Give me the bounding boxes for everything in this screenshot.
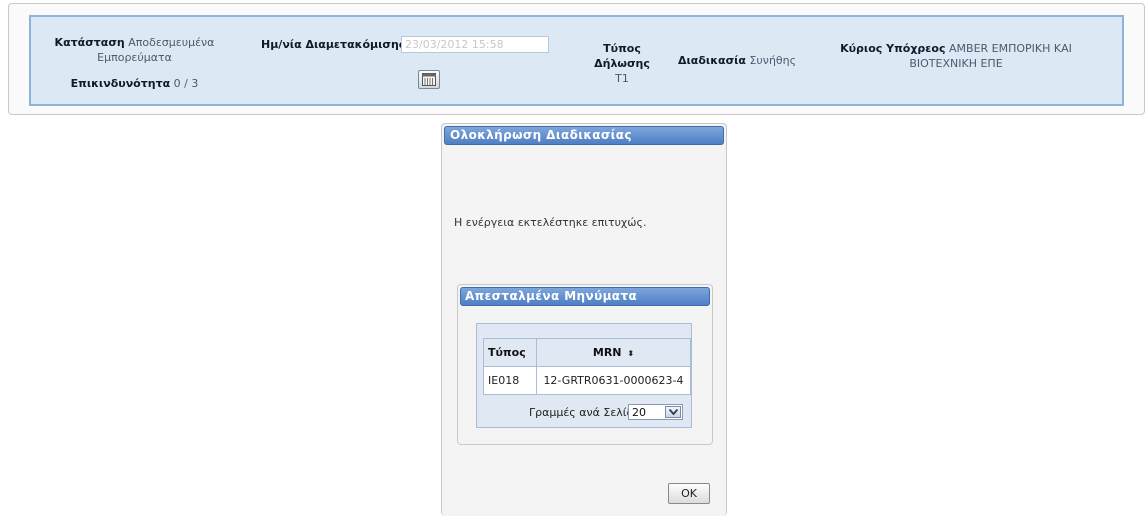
table-header-row: Τύπος MRN ⬍: [483, 338, 692, 367]
risk-field: Επικινδυνότητα 0 / 3: [47, 76, 222, 91]
procedure-label: Διαδικασία: [678, 54, 746, 67]
transit-date-input[interactable]: [401, 36, 549, 53]
risk-label: Επικινδυνότητα: [70, 77, 171, 90]
status-label: Κατάσταση: [54, 36, 125, 49]
declaration-type-value: T1: [615, 72, 629, 85]
sent-messages-panel: Απεσταλμένα Μηνύματα Τύπος MRN ⬍ IE018 1…: [457, 284, 713, 445]
status-value-line1: Αποδεσμευμένα: [128, 36, 215, 49]
calendar-button[interactable]: [418, 70, 440, 89]
sent-messages-title: Απεσταλμένα Μηνύματα: [460, 287, 710, 306]
principal-value-line1: AMBER ΕΜΠΟΡΙΚΗ ΚΑΙ: [949, 42, 1072, 55]
table-row[interactable]: IE018 12-GRTR0631-0000623-4: [483, 366, 692, 395]
procedure-value: Συνήθης: [749, 54, 797, 67]
principal-field: Κύριος Υπόχρεος AMBER ΕΜΠΟΡΙΚΗ ΚΑΙ ΒΙΟΤΕ…: [821, 41, 1091, 71]
sort-icon[interactable]: ⬍: [627, 349, 634, 358]
dialog-title: Ολοκλήρωση Διαδικασίας: [444, 126, 724, 145]
declaration-type-label-line2: Δήλωσης: [594, 57, 650, 70]
declaration-type-field: Τύπος Δήλωσης T1: [587, 41, 657, 86]
transit-date-label: Ημ/νία Διαμετακόμισης: [261, 38, 406, 51]
header-panel: Κατάσταση Αποδεσμευμένα Εμπορεύματα Επικ…: [8, 3, 1145, 115]
column-header-mrn[interactable]: MRN ⬍: [535, 338, 692, 367]
principal-value-line2: ΒΙΟΤΕΧΝΙΚΗ ΕΠΕ: [909, 57, 1003, 70]
messages-table: Τύπος MRN ⬍ IE018 12-GRTR0631-0000623-4: [483, 338, 692, 395]
principal-label: Κύριος Υπόχρεος: [840, 42, 946, 55]
status-field: Κατάσταση Αποδεσμευμένα Εμπορεύματα: [47, 35, 222, 65]
dropdown-arrow-button[interactable]: [665, 406, 681, 418]
calendar-icon: [422, 73, 436, 86]
rows-per-page-label: Γραμμές ανά Σελίδα: [529, 406, 641, 419]
status-value-line2: Εμπορεύματα: [97, 51, 172, 64]
risk-value: 0 / 3: [173, 77, 199, 90]
cell-mrn: 12-GRTR0631-0000623-4: [535, 366, 692, 395]
chevron-down-icon: [669, 409, 678, 415]
procedure-field: Διαδικασία Συνήθης: [678, 53, 796, 68]
cell-type: IE018: [483, 366, 537, 395]
completion-dialog: Ολοκλήρωση Διαδικασίας Η ενέργεια εκτελέ…: [441, 123, 727, 516]
declaration-summary: Κατάσταση Αποδεσμευμένα Εμπορεύματα Επικ…: [29, 15, 1124, 106]
messages-grid: Τύπος MRN ⬍ IE018 12-GRTR0631-0000623-4: [476, 323, 692, 428]
rows-per-page-select[interactable]: 20: [628, 404, 683, 420]
column-header-type[interactable]: Τύπος: [483, 338, 537, 367]
rows-per-page-value: 20: [632, 406, 646, 419]
ok-button[interactable]: OK: [668, 483, 710, 504]
success-message: Η ενέργεια εκτελέστηκε επιτυχώς.: [454, 216, 647, 229]
declaration-type-label-line1: Τύπος: [603, 42, 641, 55]
